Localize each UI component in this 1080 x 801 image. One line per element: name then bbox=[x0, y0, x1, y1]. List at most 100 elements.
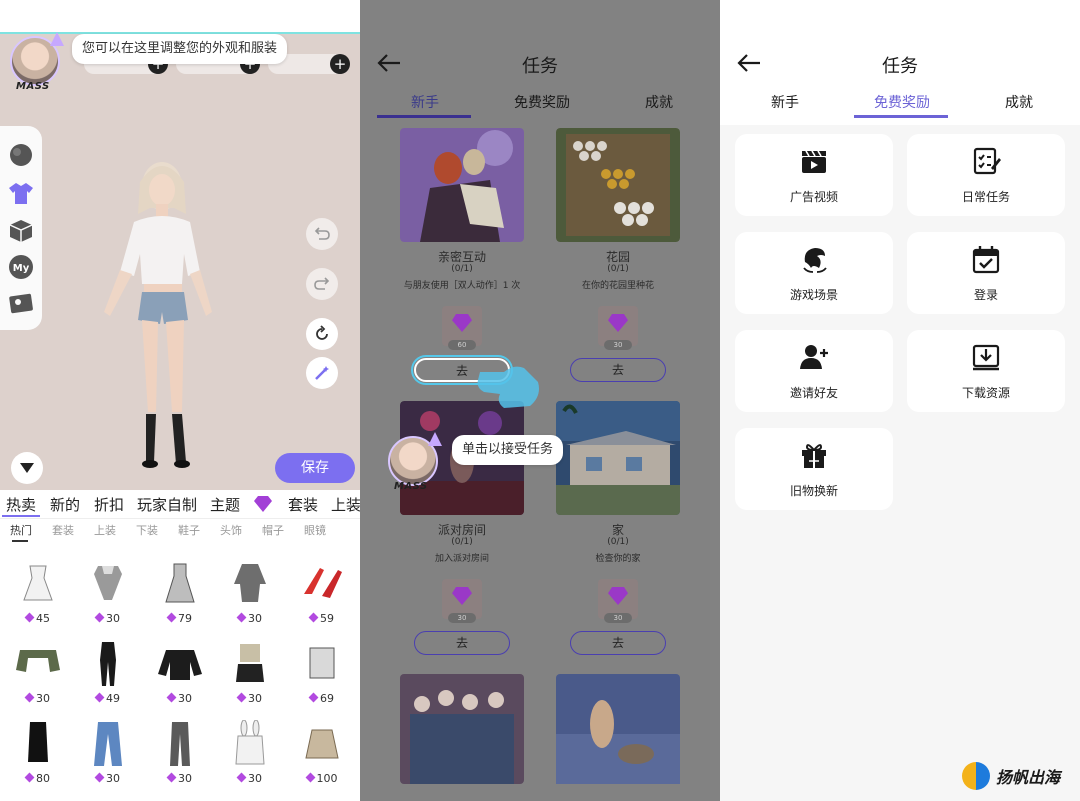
reward-box: 30 bbox=[598, 306, 638, 350]
subcategory-tab[interactable]: 帽子 bbox=[262, 522, 284, 538]
clothing-item[interactable]: 30 bbox=[8, 640, 68, 720]
clothing-item[interactable]: 30 bbox=[78, 560, 138, 640]
go-button[interactable]: 去 bbox=[414, 631, 510, 655]
magic-button[interactable] bbox=[306, 357, 338, 389]
reward-label: 广告视频 bbox=[789, 190, 838, 204]
category-tab[interactable]: 玩家自制 bbox=[137, 494, 197, 515]
clothing-item[interactable]: 80 bbox=[8, 720, 68, 800]
reward-ad-video[interactable]: 广告视频 bbox=[735, 134, 893, 216]
category-tab-underline bbox=[2, 515, 40, 517]
task-name: 家 bbox=[611, 523, 624, 537]
category-tab[interactable]: 套装 bbox=[288, 494, 318, 515]
subcategory-tab[interactable]: 热门 bbox=[10, 522, 32, 538]
tab-underline bbox=[854, 115, 948, 118]
clothing-item[interactable]: 59 bbox=[292, 560, 352, 640]
category-tab[interactable]: 热卖 bbox=[6, 494, 36, 515]
category-tab[interactable]: 主题 bbox=[210, 494, 240, 515]
editor-sidebar: My bbox=[0, 126, 42, 330]
shirt-icon[interactable] bbox=[8, 180, 34, 206]
task-progress: (0/1) bbox=[607, 537, 629, 547]
dolphin-icon bbox=[803, 248, 827, 273]
player-avatar[interactable]: MASS bbox=[10, 32, 64, 92]
top-thumbnail bbox=[94, 566, 122, 600]
item-price: 30 bbox=[106, 612, 120, 625]
photo-icon[interactable] bbox=[8, 290, 34, 316]
add-currency-icon[interactable]: + bbox=[330, 54, 350, 74]
task-card-home[interactable]: 家 (0/1) 检查你的家 30 去 bbox=[556, 401, 684, 663]
avatar-head-icon[interactable] bbox=[8, 142, 34, 168]
subcategory-tab[interactable]: 套装 bbox=[52, 522, 74, 538]
tab-newbie[interactable]: 新手 bbox=[411, 92, 439, 112]
category-tab[interactable]: 上装 bbox=[331, 494, 360, 515]
category-tab[interactable]: 新的 bbox=[50, 494, 80, 515]
subcategory-tab[interactable]: 眼镜 bbox=[304, 522, 326, 538]
redo-button[interactable] bbox=[306, 268, 338, 300]
clothing-item[interactable]: 30 bbox=[220, 640, 280, 720]
jumpsuit-thumbnail bbox=[100, 642, 116, 686]
item-price: 30 bbox=[178, 772, 192, 785]
clothing-item[interactable]: 49 bbox=[78, 640, 138, 720]
item-price: 49 bbox=[106, 692, 120, 705]
tab-newbie[interactable]: 新手 bbox=[771, 92, 799, 112]
clothing-item[interactable]: 45 bbox=[8, 560, 68, 640]
subcategory-tab[interactable]: 下装 bbox=[136, 522, 158, 538]
reward-game-scene[interactable]: 游戏场景 bbox=[735, 232, 893, 314]
page-title: 任务 bbox=[522, 56, 558, 77]
subcategory-tab[interactable]: 头饰 bbox=[220, 522, 242, 538]
skirt-thumbnail bbox=[305, 729, 339, 759]
avatar-tag: MASS bbox=[16, 81, 50, 92]
clothing-item[interactable]: 30 bbox=[150, 640, 210, 720]
gem-icon[interactable] bbox=[254, 496, 272, 512]
subcategory-tab[interactable]: 上装 bbox=[94, 522, 116, 538]
add-user-icon bbox=[800, 345, 828, 369]
player-avatar: MASS bbox=[388, 432, 442, 492]
reward-invite-friends[interactable]: 邀请好友 bbox=[735, 330, 893, 412]
my-icon[interactable]: My bbox=[8, 254, 34, 280]
clothing-item[interactable]: 69 bbox=[292, 640, 352, 720]
rotate-button[interactable] bbox=[306, 318, 338, 350]
task-image bbox=[400, 128, 524, 242]
item-price: 30 bbox=[248, 692, 262, 705]
save-button[interactable]: 保存 bbox=[275, 453, 355, 483]
subcategory-tab[interactable]: 鞋子 bbox=[178, 522, 200, 538]
jeans-thumbnail bbox=[94, 722, 122, 766]
item-price: 45 bbox=[36, 612, 50, 625]
clothing-item[interactable]: 30 bbox=[220, 720, 280, 800]
reward-box: 30 bbox=[598, 579, 638, 623]
go-button[interactable]: 去 bbox=[570, 358, 666, 382]
item-price: 30 bbox=[248, 772, 262, 785]
collapse-button[interactable] bbox=[11, 452, 43, 484]
tab-free-rewards[interactable]: 免费奖励 bbox=[514, 92, 570, 112]
item-price: 59 bbox=[320, 612, 334, 625]
task-image bbox=[556, 401, 680, 515]
task-name: 派对房间 bbox=[437, 523, 486, 537]
tab-achievements[interactable]: 成就 bbox=[645, 92, 673, 112]
avatar-stage[interactable] bbox=[0, 32, 360, 490]
item-price: 30 bbox=[36, 692, 50, 705]
top-thumbnail bbox=[158, 650, 202, 680]
undo-icon bbox=[314, 227, 330, 240]
gem-icon bbox=[608, 314, 628, 332]
clothing-item[interactable]: 30 bbox=[220, 560, 280, 640]
clothing-item[interactable]: 30 bbox=[78, 720, 138, 800]
task-card-garden[interactable]: 花园 (0/1) 在你的花园里种花 30 去 bbox=[556, 128, 684, 390]
tab-achievements[interactable]: 成就 bbox=[1005, 92, 1033, 112]
go-button[interactable]: 去 bbox=[570, 631, 666, 655]
tab-free-rewards[interactable]: 免费奖励 bbox=[874, 92, 930, 112]
reward-amount: 30 bbox=[604, 613, 632, 623]
task-card-intimate[interactable]: 亲密互动 (0/1) 与朋友使用［双人动作］1 次 60 去 bbox=[400, 128, 528, 390]
task-image-partial bbox=[556, 674, 680, 784]
clothing-item[interactable]: 79 bbox=[150, 560, 210, 640]
dress-thumbnail bbox=[234, 564, 266, 602]
cube-icon[interactable] bbox=[8, 218, 34, 244]
clothing-item[interactable]: 100 bbox=[292, 720, 352, 800]
clothing-item[interactable]: 30 bbox=[150, 720, 210, 800]
category-tab[interactable]: 折扣 bbox=[94, 494, 124, 515]
undo-button[interactable] bbox=[306, 218, 338, 250]
reward-daily-tasks[interactable]: 日常任务 bbox=[907, 134, 1065, 216]
gem-icon bbox=[608, 587, 628, 605]
reward-download-resources[interactable]: 下载资源 bbox=[907, 330, 1065, 412]
task-progress: (0/1) bbox=[451, 537, 473, 547]
reward-login[interactable]: 登录 bbox=[907, 232, 1065, 314]
reward-trade-in[interactable]: 旧物换新 bbox=[735, 428, 893, 510]
